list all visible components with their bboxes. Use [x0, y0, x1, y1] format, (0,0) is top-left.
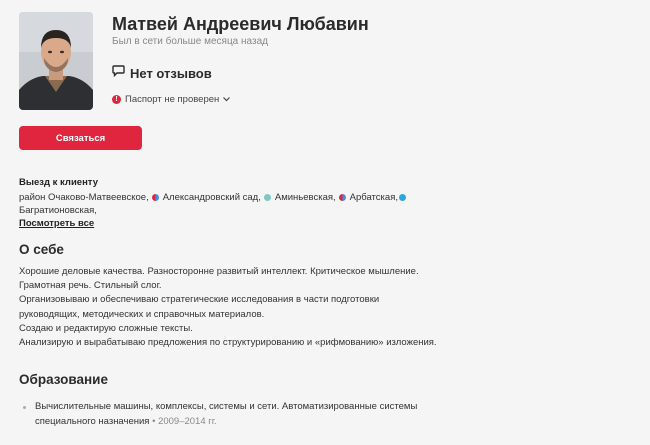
about-line: Создаю и редактирую сложные тексты. [19, 322, 193, 334]
metro-station: Арбатская, [349, 192, 398, 203]
about-line: Анализирую и вырабатываю предложения по … [19, 337, 437, 349]
visit-locations-line2: Багратионовская, [19, 205, 97, 216]
visit-locations: район Очаково-Матвеевское, Александровск… [19, 192, 410, 203]
education-title: Образование [19, 372, 108, 387]
about-line: руководящих, методических и справочных м… [19, 308, 265, 320]
see-all-link[interactable]: Посмотреть все [19, 218, 94, 229]
metro-station: Александровский сад, [162, 192, 261, 203]
education-item: Вычислительные машины, комплексы, систем… [23, 400, 483, 429]
contact-button[interactable]: Связаться [19, 126, 142, 150]
metro-station: Аминьевская, [274, 192, 336, 203]
about-line: Организовываю и обеспечиваю стратегическ… [19, 294, 380, 306]
chat-bubble-icon [112, 64, 125, 82]
metro-line-icon [338, 194, 346, 201]
profile-name: Матвей Андреевич Любавин [112, 14, 369, 34]
about-text: Хорошие деловые качества. Разносторонне … [19, 265, 539, 350]
warning-icon: ! [112, 95, 121, 104]
metro-line-icon [399, 194, 406, 201]
metro-line-icon [263, 194, 271, 201]
metro-station: Багратионовская, [19, 205, 97, 216]
passport-status-label: Паспорт не проверен [125, 94, 220, 105]
reviews-label: Нет отзывов [130, 65, 212, 81]
chevron-down-icon [223, 95, 231, 104]
list-bullet [23, 406, 26, 409]
education-degree: Вычислительные машины, комплексы, систем… [35, 401, 418, 412]
about-line: Хорошие деловые качества. Разносторонне … [19, 266, 419, 277]
about-line: Грамотная речь. Стильный слог. [19, 280, 162, 292]
about-title: О себе [19, 242, 64, 257]
metro-line-icon [151, 194, 159, 201]
passport-status[interactable]: ! Паспорт не проверен [112, 94, 231, 105]
education-degree-cont: специального назначения [35, 415, 150, 427]
avatar [19, 12, 93, 110]
reviews-summary: Нет отзывов [112, 64, 212, 82]
visit-title: Выезд к клиенту [19, 177, 98, 188]
last-seen-status: Был в сети больше месяца назад [112, 36, 268, 47]
district-label: район Очаково-Матвеевское, [19, 192, 149, 203]
education-years: 2009–2014 гг. [158, 415, 217, 427]
education-separator: • [152, 415, 156, 427]
